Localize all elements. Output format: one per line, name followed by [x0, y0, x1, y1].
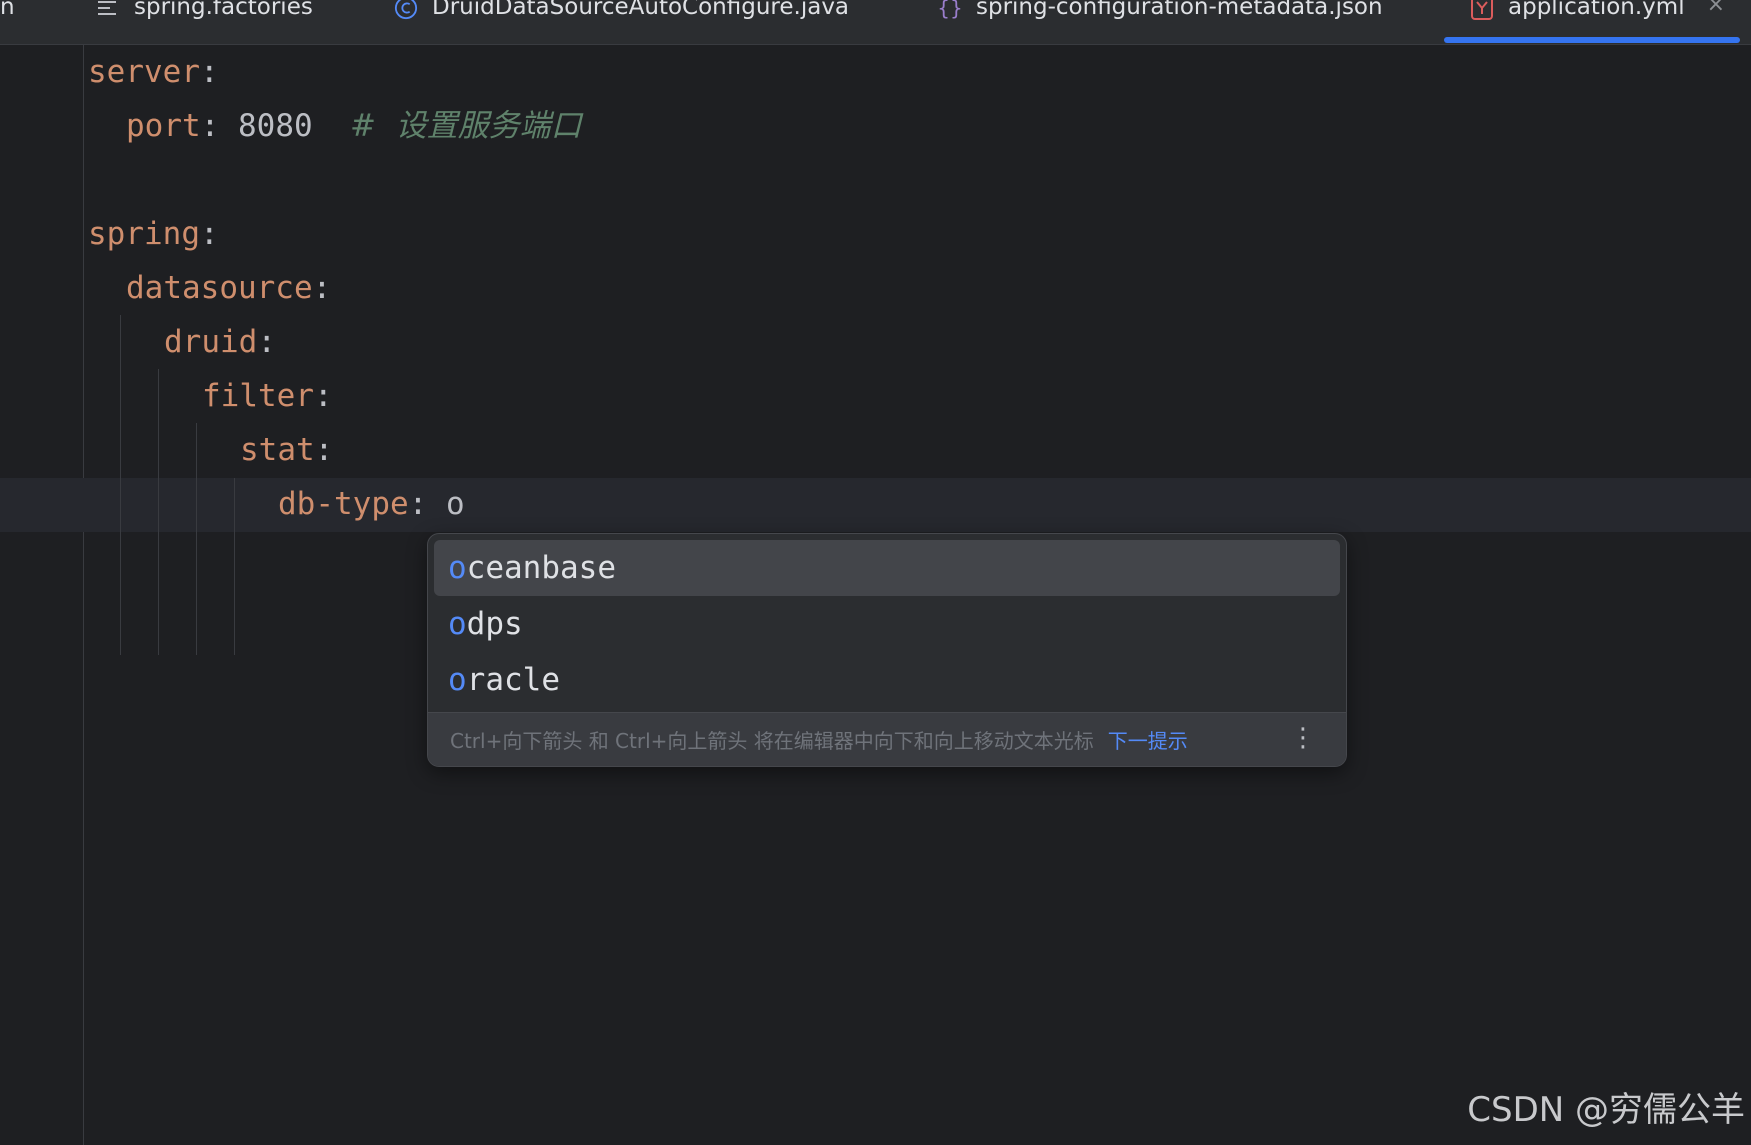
- json-file-icon: {}: [937, 0, 963, 20]
- completion-item[interactable]: oracle: [434, 652, 1340, 708]
- tab-label: spring-configuration-metadata.json: [976, 0, 1383, 20]
- completion-match: o: [448, 662, 467, 698]
- completion-rest: racle: [466, 662, 560, 698]
- yaml-key: port: [126, 108, 201, 144]
- yaml-key: stat: [240, 432, 315, 468]
- yaml-key: druid: [164, 324, 258, 360]
- java-class-icon: [394, 0, 418, 20]
- code-line: stat:: [240, 430, 333, 470]
- indent-guide: [196, 423, 197, 655]
- more-options-icon[interactable]: ⋮: [1290, 723, 1316, 753]
- code-line: datasource:: [126, 268, 331, 308]
- yaml-key: db-type: [278, 486, 409, 522]
- indent-guide: [120, 315, 121, 655]
- yaml-colon: :: [200, 108, 220, 144]
- yaml-value[interactable]: o: [446, 486, 465, 522]
- next-tip-link[interactable]: 下一提示: [1108, 725, 1188, 754]
- yaml-key: server: [88, 54, 200, 90]
- code-line: filter:: [202, 376, 333, 416]
- footer-hint: Ctrl+向下箭头 和 Ctrl+向上箭头 将在编辑器中向下和向上移动文本光标: [450, 729, 1094, 753]
- editor-tab-bar: n spring.factories DruidDataSourceAutoCo…: [0, 0, 1751, 45]
- indent-guide: [234, 478, 235, 655]
- yaml-comment: # 设置服务端口: [349, 108, 582, 144]
- yaml-colon: :: [199, 216, 219, 252]
- completion-match: o: [448, 550, 467, 586]
- yaml-colon: :: [257, 324, 276, 360]
- watermark: CSDN @穷儒公羊: [1467, 1090, 1745, 1130]
- code-line-current: db-type: o: [278, 484, 465, 524]
- yaml-key: spring: [88, 216, 200, 252]
- tab-label: application.yml: [1508, 0, 1685, 20]
- completion-item[interactable]: oceanbase: [434, 540, 1340, 596]
- code-line: druid:: [164, 322, 276, 362]
- code-line: spring:: [88, 214, 219, 254]
- completion-rest: dps: [466, 606, 523, 642]
- tab-spring-factories[interactable]: spring.factories: [96, 0, 313, 44]
- yaml-colon: :: [314, 432, 334, 468]
- code-line: server:: [88, 52, 219, 92]
- completion-rest: ceanbase: [466, 550, 616, 586]
- current-line-highlight: [0, 478, 1751, 532]
- yaml-key: filter: [202, 378, 314, 414]
- tab-label: spring.factories: [134, 0, 313, 20]
- completion-match: o: [448, 606, 467, 642]
- yaml-key: datasource: [126, 270, 313, 306]
- completion-item[interactable]: odps: [434, 596, 1340, 652]
- tab-spring-configuration-metadata[interactable]: {} spring-configuration-metadata.json: [937, 0, 1383, 44]
- gutter-divider: [83, 45, 84, 1145]
- yaml-value: 8080: [238, 108, 313, 144]
- yaml-colon: :: [312, 270, 332, 306]
- tab-label: DruidDataSourceAutoConfigure.java: [432, 0, 850, 20]
- text-file-icon: [96, 0, 120, 20]
- close-icon[interactable]: ×: [1707, 0, 1725, 17]
- yaml-colon: :: [408, 486, 428, 522]
- completion-popup: oceanbase odps oracle Ctrl+向下箭头 和 Ctrl+向…: [427, 533, 1347, 767]
- completion-footer: Ctrl+向下箭头 和 Ctrl+向上箭头 将在编辑器中向下和向上移动文本光标 …: [428, 712, 1346, 766]
- yaml-file-icon: [1470, 0, 1494, 20]
- indent-guide: [158, 369, 159, 655]
- yaml-colon: :: [199, 54, 219, 90]
- yaml-colon: :: [313, 378, 333, 414]
- tab-label: n: [0, 0, 15, 20]
- tab-druid-datasource-autoconfigure[interactable]: DruidDataSourceAutoConfigure.java: [394, 0, 849, 44]
- tab-application-yml[interactable]: application.yml ×: [1444, 0, 1740, 44]
- code-line: port: 8080 # 设置服务端口: [126, 106, 582, 146]
- tab-partial[interactable]: n: [0, 0, 15, 44]
